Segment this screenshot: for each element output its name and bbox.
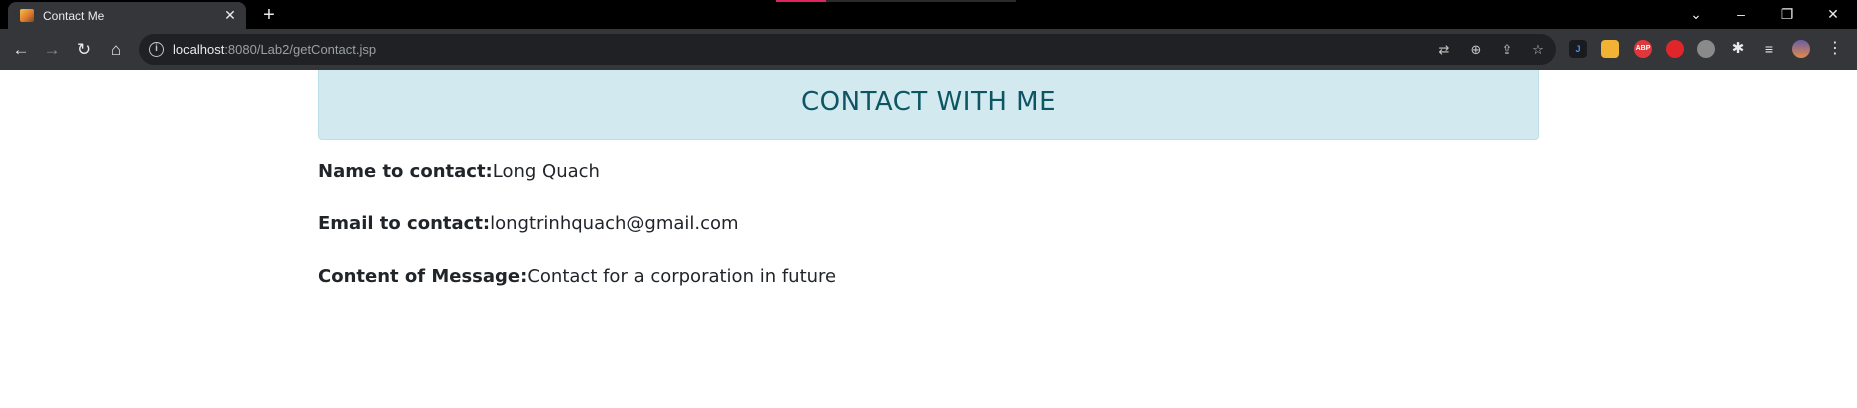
tab-strip-accent (776, 0, 1016, 2)
new-tab-button[interactable]: + (258, 4, 280, 26)
home-icon[interactable]: ⌂ (104, 38, 128, 62)
tab-title: Contact Me (43, 9, 105, 23)
field-value: Contact for a corporation in future (527, 266, 837, 287)
close-tab-icon[interactable]: ✕ (222, 7, 238, 23)
bookmark-star-icon[interactable]: ☆ (1529, 41, 1547, 59)
restore-button[interactable]: ❐ (1767, 2, 1807, 26)
stop-hand-extension-icon[interactable] (1666, 40, 1684, 58)
reload-icon[interactable]: ↻ (72, 38, 96, 62)
j-extension-icon[interactable]: J (1569, 40, 1587, 58)
url-text[interactable]: localhost:8080/Lab2/getContact.jsp (173, 42, 376, 57)
colorful-extension-icon[interactable] (1601, 40, 1619, 58)
field-value: Long Quach (492, 161, 600, 182)
page-title: CONTACT WITH ME (801, 87, 1056, 117)
browser-tab[interactable]: Contact Me ✕ (8, 2, 246, 29)
page-content: CONTACT WITH ME Name to contact:Long Qua… (0, 70, 1857, 408)
translate-icon[interactable]: ⇄ (1435, 41, 1453, 59)
favicon-icon (20, 9, 34, 22)
close-window-button[interactable]: ✕ (1813, 2, 1853, 26)
contact-email-row: Email to contact:longtrinhquach@gmail.co… (318, 213, 739, 235)
mask-extension-icon[interactable] (1697, 40, 1715, 58)
back-icon[interactable]: ← (9, 38, 33, 62)
tab-strip: Contact Me ✕ + ⌄ – ❐ ✕ (0, 0, 1857, 29)
url-host: localhost (173, 42, 225, 57)
menu-kebab-icon[interactable]: ⋮ (1826, 40, 1844, 58)
extensions-puzzle-icon[interactable]: ✱ (1729, 40, 1747, 58)
minimize-button[interactable]: – (1721, 2, 1761, 26)
field-value: longtrinhquach@gmail.com (490, 213, 739, 234)
tab-search-chevron-icon[interactable]: ⌄ (1676, 2, 1716, 26)
profile-avatar[interactable] (1792, 40, 1810, 58)
field-label: Name to contact: (318, 161, 493, 182)
reading-list-icon[interactable]: ≡ (1760, 40, 1778, 58)
header-banner: CONTACT WITH ME (318, 70, 1539, 140)
site-info-icon[interactable]: i (149, 42, 164, 57)
contact-message-row: Content of Message:Contact for a corpora… (318, 266, 836, 288)
address-bar[interactable]: i localhost:8080/Lab2/getContact.jsp ⇄ ⊕… (139, 34, 1556, 65)
contact-name-row: Name to contact:Long Quach (318, 161, 600, 183)
field-label: Email to contact: (318, 213, 491, 234)
forward-icon[interactable]: → (40, 38, 64, 62)
adblock-icon[interactable]: ABP (1634, 40, 1652, 58)
browser-toolbar: ← → ↻ ⌂ i localhost:8080/Lab2/getContact… (0, 29, 1857, 70)
field-label: Content of Message: (318, 266, 528, 287)
zoom-icon[interactable]: ⊕ (1467, 41, 1485, 59)
share-icon[interactable]: ⇪ (1498, 41, 1516, 59)
url-path: :8080/Lab2/getContact.jsp (224, 42, 377, 57)
